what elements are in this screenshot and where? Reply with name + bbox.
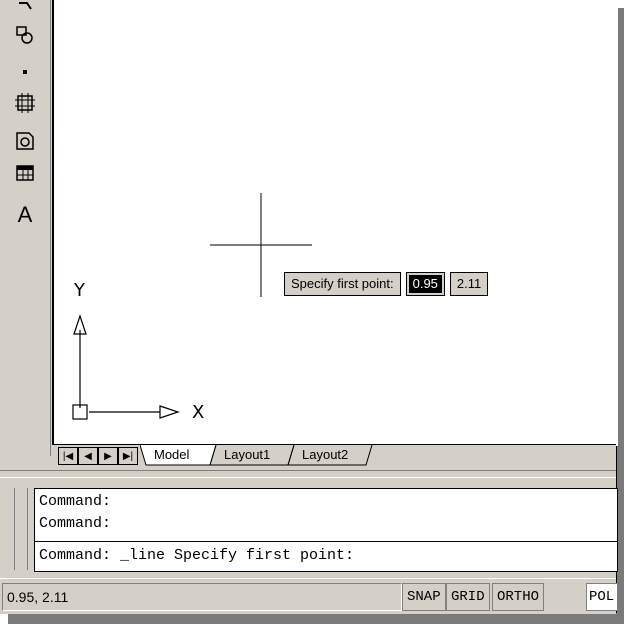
drawing-area[interactable]: Y X: [52, 0, 618, 446]
polar-button[interactable]: POL: [586, 583, 618, 611]
snap-button[interactable]: SNAP: [402, 583, 446, 611]
command-prompt-line[interactable]: Command: _line Specify first point:: [39, 547, 354, 564]
window-shadow-right: [617, 8, 624, 620]
status-bar: 0.95, 2.11 SNAP GRID ORTHO POL: [0, 578, 618, 614]
drawing-canvas: [72, 193, 312, 420]
layout-tab-bar: |◀ ◀ ▶ ▶| Model Layout1 Layout2: [52, 444, 616, 467]
hatch-icon[interactable]: [8, 90, 42, 116]
point-icon[interactable]: [8, 58, 42, 84]
ortho-button[interactable]: ORTHO: [492, 583, 545, 611]
grid-button[interactable]: GRID: [446, 583, 490, 611]
dynamic-input-x-field[interactable]: 0.95: [405, 272, 445, 296]
command-history-line: Command:: [39, 515, 112, 532]
last-tab-button[interactable]: ▶|: [118, 447, 138, 465]
previous-tab-button[interactable]: ◀: [78, 447, 98, 465]
region-icon[interactable]: [8, 128, 42, 154]
ucs-x-arrow: [159, 405, 180, 419]
draw-toolbar: A: [0, 0, 51, 456]
text-icon[interactable]: A: [8, 200, 42, 230]
text-icon-label: A: [17, 202, 33, 227]
first-tab-button[interactable]: |◀: [58, 447, 78, 465]
command-window-grip[interactable]: [14, 488, 28, 570]
ucs-x-label: X: [192, 402, 205, 423]
splitter-bar[interactable]: [0, 470, 616, 478]
command-history-line: Command:: [39, 493, 112, 510]
tab-layout2[interactable]: Layout2: [296, 445, 354, 464]
tab-model[interactable]: Model: [148, 445, 195, 464]
table-icon[interactable]: [8, 160, 42, 186]
coordinate-display[interactable]: 0.95, 2.11: [2, 583, 402, 611]
drawing-tools-icon[interactable]: [8, 0, 42, 14]
next-tab-button[interactable]: ▶: [98, 447, 118, 465]
command-window[interactable]: Command: Command: Command: _line Specify…: [34, 488, 618, 572]
command-divider: [35, 541, 617, 542]
tab-layout1[interactable]: Layout1: [218, 445, 276, 464]
dynamic-input-tooltip: Specify first point: 0.95 2.11: [284, 272, 489, 296]
dynamic-input-prompt: Specify first point:: [284, 272, 401, 296]
window-shadow-bottom: [8, 613, 624, 624]
ucs-y-label: Y: [74, 280, 85, 301]
dynamic-input-y-field[interactable]: 2.11: [449, 272, 489, 296]
insert-block-icon[interactable]: [8, 22, 42, 48]
